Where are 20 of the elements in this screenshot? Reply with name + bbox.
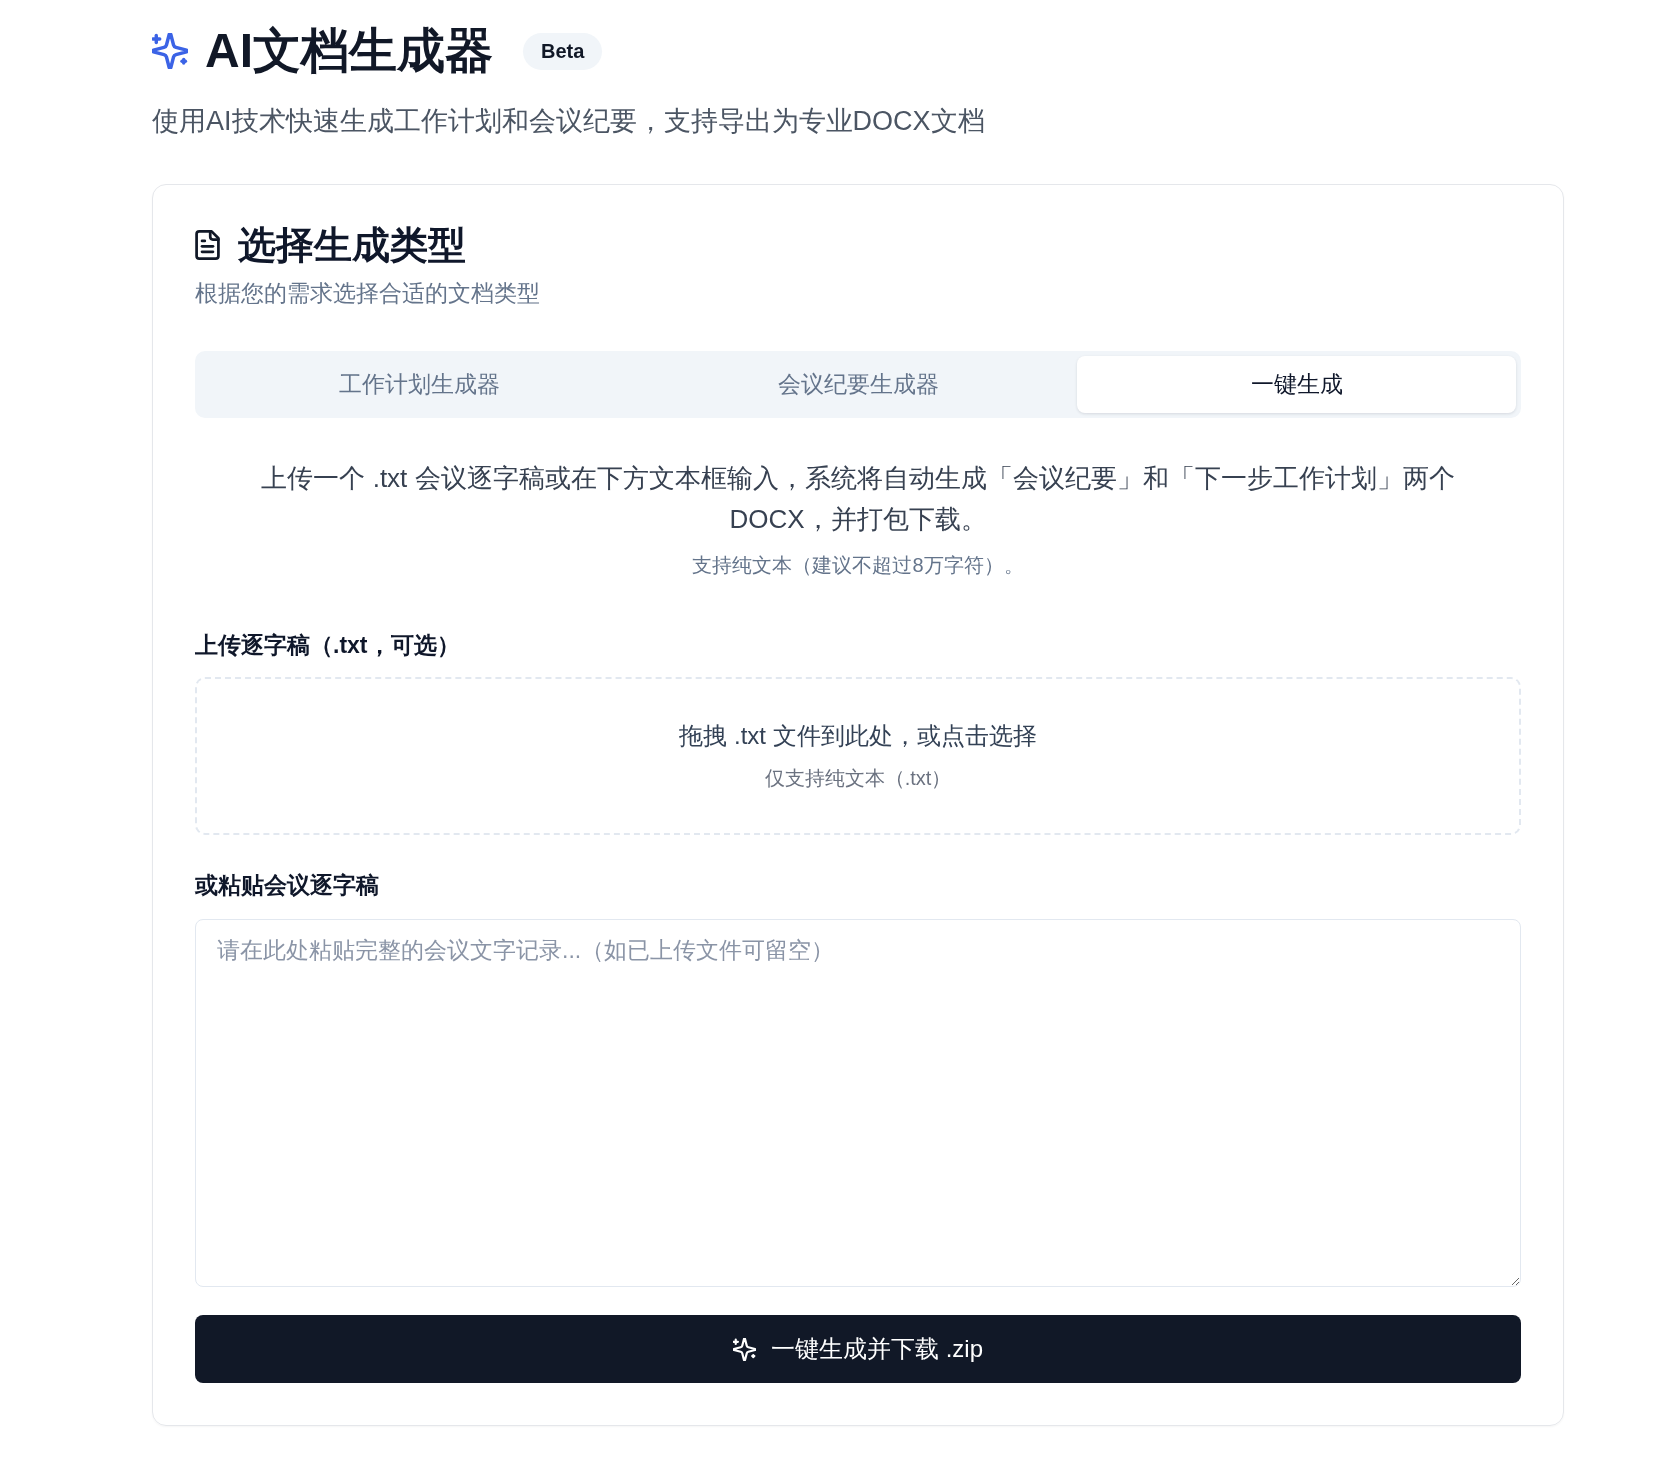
drop-instruction: 拖拽 .txt 文件到此处，或点击选择	[679, 721, 1037, 751]
card-subtitle: 根据您的需求选择合适的文档类型	[195, 279, 541, 308]
transcript-textarea[interactable]: 请在此处粘贴完整的会议文字记录...（如已上传文件可留空）	[195, 919, 1521, 1287]
note-text: 支持纯文本（建议不超过8万字符）。	[691, 553, 1025, 578]
tab[interactable]: 工作计划生成器	[200, 356, 639, 413]
card-title: 选择生成类型	[238, 223, 466, 268]
app-subtitle: 使用AI技术快速生成工作计划和会议纪要，支持导出为专业DOCX文档	[152, 105, 986, 138]
paste-label: 或粘贴会议逐字稿	[195, 871, 380, 900]
generate-download-button[interactable]: 一键生成并下载 .zip	[195, 1315, 1521, 1383]
tab[interactable]: 一键生成	[1077, 356, 1516, 413]
description-text: 上传一个 .txt 会议逐字稿或在下方文本框输入，系统将自动生成「会议纪要」和「下一步工作计划」两个 DOCX，并打包下载。	[260, 462, 1456, 536]
file-drop-zone[interactable]: 拖拽 .txt 文件到此处，或点击选择 仅支持纯文本（.txt）	[195, 677, 1521, 835]
document-icon	[195, 230, 220, 260]
sparkles-icon	[733, 1337, 756, 1361]
sparkles-icon	[152, 33, 188, 69]
beta-badge: Beta	[523, 32, 603, 70]
tab[interactable]: 会议纪要生成器	[638, 356, 1078, 413]
app-title: AI文档生成器	[205, 23, 493, 79]
drop-hint: 仅支持纯文本（.txt）	[764, 766, 952, 791]
upload-label: 上传逐字稿（.txt，可选）	[195, 631, 461, 660]
